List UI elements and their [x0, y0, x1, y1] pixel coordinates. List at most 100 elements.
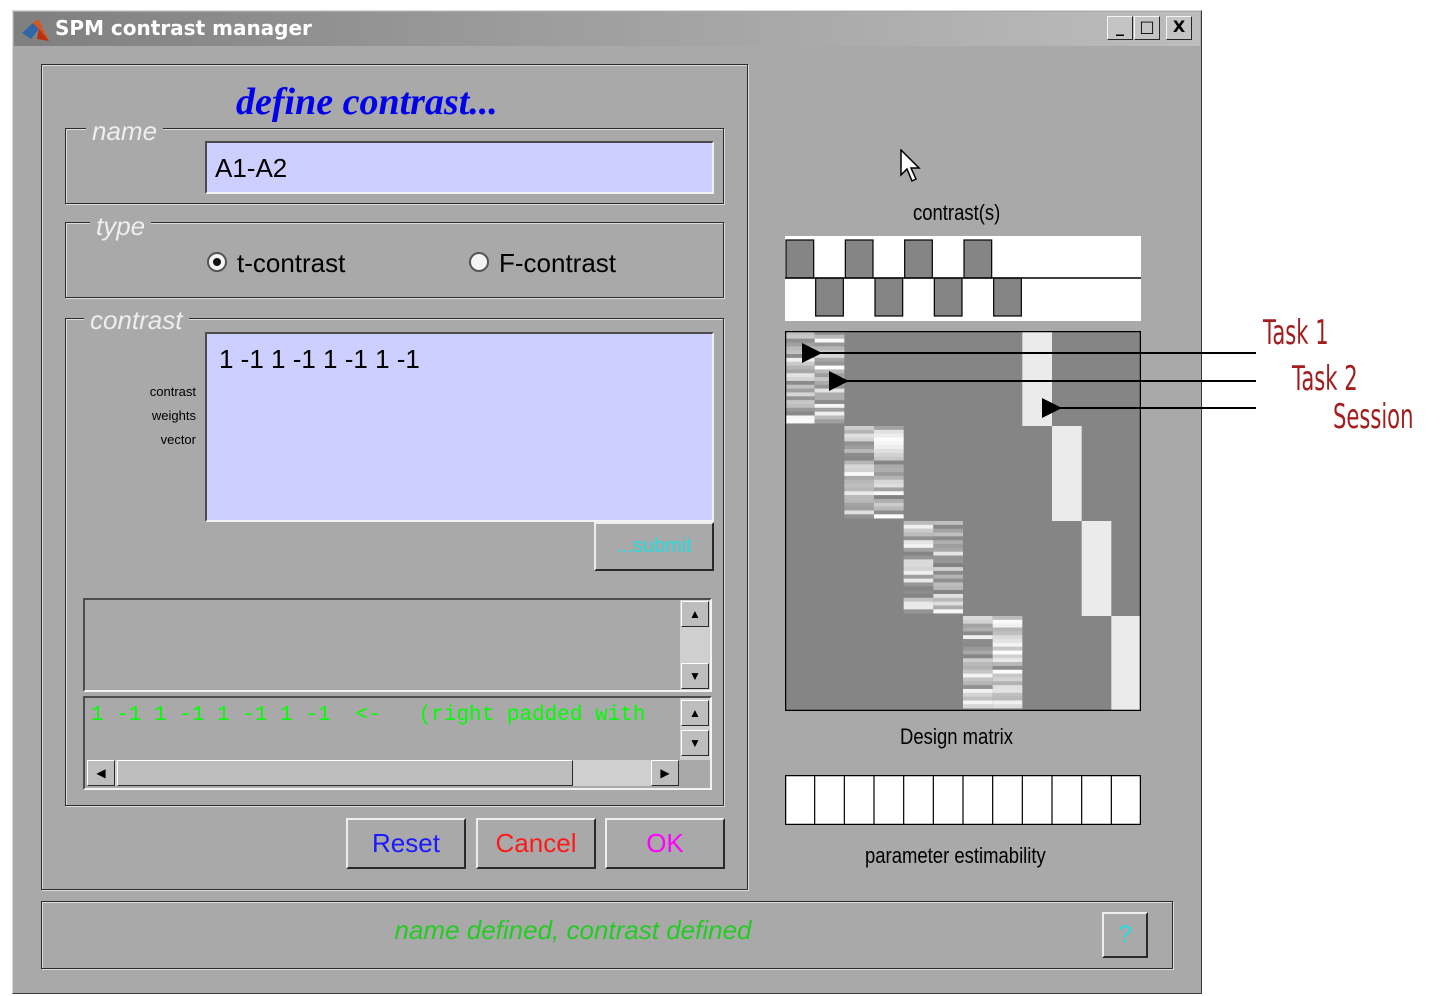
regressor-cell	[992, 619, 1023, 624]
regressor-cell	[963, 696, 993, 701]
regressor-cell	[992, 704, 1023, 709]
regressor-cell	[992, 616, 1023, 621]
regressor-cell	[933, 590, 963, 595]
regressor-cell	[903, 586, 934, 591]
scroll-down-icon[interactable]: ▼	[681, 663, 709, 689]
regressor-cell	[963, 654, 993, 659]
parsed-contrast-listbox[interactable]: 1 -1 1 -1 1 -1 1 -1 <- (right padded wit…	[83, 696, 712, 790]
regressor-cell	[933, 574, 963, 579]
regressor-cell	[992, 631, 1023, 636]
parsed-hscrollbar[interactable]: ◀ ▶	[87, 760, 679, 786]
regressor-cell	[903, 551, 934, 556]
regressor-cell	[933, 605, 963, 610]
regressor-cell	[874, 429, 904, 434]
f-contrast-radio[interactable]: F-contrast	[469, 248, 659, 278]
regressor-cell	[874, 502, 904, 507]
regressor-cell	[963, 627, 993, 632]
f-contrast-radio-circle[interactable]	[469, 252, 489, 272]
regressor-cell	[963, 646, 993, 651]
regressor-cell	[963, 700, 993, 705]
regressor-cell	[874, 506, 904, 511]
regressor-cell	[992, 677, 1023, 682]
close-button[interactable]: X	[1166, 16, 1192, 40]
scroll-up-icon[interactable]: ▲	[681, 601, 709, 627]
regressor-cell	[844, 502, 874, 507]
regressor-cell	[874, 491, 904, 496]
maximize-button[interactable]: □	[1134, 16, 1160, 40]
regressor-cell	[844, 445, 874, 450]
regressor-cell	[933, 559, 963, 564]
regressor-cell	[844, 491, 874, 496]
regressor-cell	[933, 528, 963, 533]
regressor-cell	[933, 547, 963, 553]
t-contrast-radio-circle[interactable]	[207, 252, 227, 272]
regressor-cell	[874, 483, 904, 488]
task2-annotation: Task 2	[1292, 359, 1358, 399]
reset-button[interactable]: Reset	[346, 818, 466, 869]
regressor-cell	[933, 567, 963, 572]
scroll-right-icon[interactable]: ▶	[651, 760, 679, 786]
regressor-cell	[874, 487, 904, 492]
regressor-cell	[844, 479, 874, 484]
regressor-cell	[844, 475, 874, 481]
regressor-cell	[844, 483, 874, 488]
ok-button[interactable]: OK	[605, 818, 725, 869]
regressor-cell	[874, 475, 904, 481]
regressor-cell	[933, 601, 963, 606]
session-column	[1081, 521, 1112, 616]
regressor-cell	[874, 464, 904, 469]
regressor-cell	[903, 524, 934, 529]
regressor-cell	[874, 441, 904, 446]
t-contrast-radio[interactable]: t-contrast	[207, 248, 397, 278]
help-button[interactable]: ?	[1102, 912, 1148, 958]
contrast-bar	[993, 277, 1022, 317]
submit-button[interactable]: ...submit	[594, 522, 714, 571]
regressor-cell	[933, 524, 963, 529]
regressor-cell	[874, 460, 904, 465]
name-input-value: A1-A2	[215, 153, 288, 183]
regressor-cell	[933, 532, 963, 537]
parsed-contrast-line: 1 -1 1 -1 1 -1 1 -1 <- (right padded wit…	[91, 704, 659, 727]
regressor-cell	[903, 528, 934, 533]
regressor-cell	[874, 498, 904, 504]
regressor-cell	[963, 669, 993, 674]
f-contrast-label: F-contrast	[499, 248, 617, 278]
contrast-caption: contrast(s)	[913, 200, 1001, 225]
regressor-cell	[903, 605, 934, 610]
session-annotation: Session	[1333, 397, 1414, 437]
message-scrollbar[interactable]: ▲ ▼	[680, 600, 710, 690]
regressor-cell	[992, 642, 1023, 648]
minimize-button[interactable]: _	[1107, 16, 1133, 40]
weights-label-line: contrast	[149, 384, 196, 399]
cancel-button[interactable]: Cancel	[476, 818, 596, 869]
name-group-label: name	[86, 116, 164, 146]
regressor-cell	[933, 521, 963, 526]
parsed-vscrollbar[interactable]: ▲ ▼	[680, 698, 710, 760]
regressor-cell	[933, 544, 963, 549]
scroll-down-icon[interactable]: ▼	[681, 730, 709, 756]
panel-heading: define contrast...	[236, 81, 498, 123]
regressor-cell	[992, 623, 1023, 628]
message-listbox[interactable]: ▲ ▼	[83, 598, 712, 692]
regressor-cell	[844, 498, 874, 504]
regressor-cell	[874, 510, 904, 515]
scroll-up-icon[interactable]: ▲	[681, 700, 709, 726]
regressor-cell	[874, 514, 904, 519]
regressor-cell	[963, 639, 993, 644]
scroll-thumb[interactable]	[117, 760, 573, 786]
regressor-cell	[992, 662, 1023, 667]
regressor-cell	[963, 704, 993, 709]
regressor-cell	[992, 685, 1023, 690]
session-column	[1052, 426, 1082, 521]
regressor-cell	[903, 547, 934, 553]
regressor-cell	[933, 555, 963, 560]
regressor-cell	[992, 669, 1023, 674]
regressor-cell	[992, 650, 1023, 655]
contrast-bar	[963, 239, 993, 279]
contrast-bar	[904, 239, 933, 279]
name-input[interactable]: A1-A2	[205, 141, 714, 194]
scroll-left-icon[interactable]: ◀	[87, 760, 115, 786]
regressor-cell	[933, 582, 963, 587]
contrast-weights-input[interactable]: 1 -1 1 -1 1 -1 1 -1	[205, 332, 714, 522]
regressor-cell	[933, 593, 963, 599]
